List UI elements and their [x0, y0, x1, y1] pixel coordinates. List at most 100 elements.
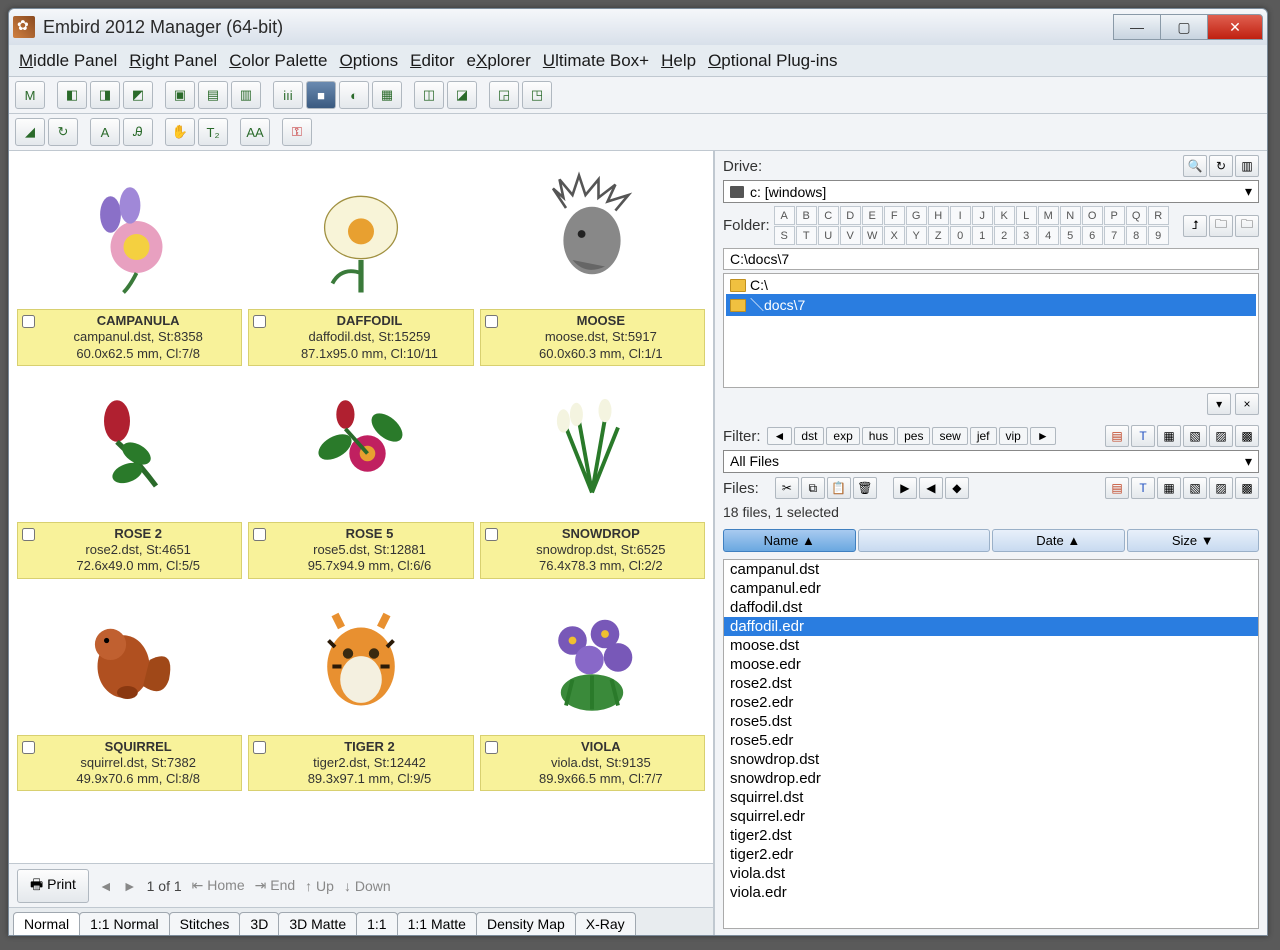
alpha-key[interactable]: F	[884, 206, 905, 225]
thumbnail-cell[interactable]: CAMPANULAcampanul.dst, St:835860.0x62.5 …	[17, 159, 242, 366]
file-row[interactable]: moose.dst	[724, 636, 1258, 655]
tool-button[interactable]: ■	[306, 81, 336, 109]
view-icon[interactable]: ▦	[1157, 477, 1181, 499]
cut-icon[interactable]: ✂	[775, 477, 799, 499]
tab-1-1-normal[interactable]: 1:1 Normal	[79, 912, 169, 935]
tool-button[interactable]: iıi	[273, 81, 303, 109]
action-icon[interactable]: ◀	[919, 477, 943, 499]
folder-tree[interactable]: C:\＼docs\7	[723, 273, 1259, 388]
delete-icon[interactable]: 🗑	[853, 477, 877, 499]
thumbnail-checkbox[interactable]	[22, 741, 35, 754]
tool-button[interactable]: ◲	[489, 81, 519, 109]
tool-button[interactable]: ◢	[15, 118, 45, 146]
file-row[interactable]: tiger2.edr	[724, 845, 1258, 864]
thumbnail-cell[interactable]: ROSE 2rose2.dst, St:465172.6x49.0 mm, Cl…	[17, 372, 242, 579]
alpha-key[interactable]: H	[928, 206, 949, 225]
folder-icon[interactable]: 🗀	[1209, 215, 1233, 237]
alpha-key[interactable]: A	[774, 206, 795, 225]
thumbnail-checkbox[interactable]	[485, 315, 498, 328]
alpha-key[interactable]: X	[884, 226, 905, 245]
thumbnail-cell[interactable]: ROSE 5rose5.dst, St:1288195.7x94.9 mm, C…	[248, 372, 473, 579]
file-row[interactable]: campanul.dst	[724, 560, 1258, 579]
filter-chip[interactable]: ◄	[767, 427, 793, 445]
tab-stitches[interactable]: Stitches	[169, 912, 241, 935]
view-icon[interactable]: T	[1131, 477, 1155, 499]
tool-button[interactable]: ▦	[372, 81, 402, 109]
thumbnail-checkbox[interactable]	[253, 741, 266, 754]
tool-button[interactable]: ◧	[57, 81, 87, 109]
thumbnail-checkbox[interactable]	[485, 528, 498, 541]
menu-options[interactable]: Options	[339, 51, 398, 71]
menu-right-panel[interactable]: Right Panel	[129, 51, 217, 71]
file-row[interactable]: rose2.dst	[724, 674, 1258, 693]
alpha-key[interactable]: U	[818, 226, 839, 245]
alpha-key[interactable]: 7	[1104, 226, 1125, 245]
alpha-key[interactable]: I	[950, 206, 971, 225]
alpha-key[interactable]: K	[994, 206, 1015, 225]
minimize-button[interactable]: —	[1113, 14, 1161, 40]
print-button[interactable]: 🖶 Print	[17, 869, 89, 903]
filter-chip[interactable]: dst	[794, 427, 824, 445]
tree-node[interactable]: ＼docs\7	[726, 294, 1256, 316]
thumbnail-cell[interactable]: SQUIRRELsquirrel.dst, St:738249.9x70.6 m…	[17, 585, 242, 792]
view-icon[interactable]: ▧	[1183, 477, 1207, 499]
thumbnail-cell[interactable]: MOOSEmoose.dst, St:591760.0x60.3 mm, Cl:…	[480, 159, 705, 366]
copy-icon[interactable]: ⧉	[801, 477, 825, 499]
view-icon[interactable]: ▦	[1157, 425, 1181, 447]
file-row[interactable]: rose5.edr	[724, 731, 1258, 750]
alpha-key[interactable]: T	[796, 226, 817, 245]
alpha-key[interactable]: 0	[950, 226, 971, 245]
view-icon[interactable]: ▨	[1209, 477, 1233, 499]
filter-chip[interactable]: vip	[999, 427, 1028, 445]
tab-x-ray[interactable]: X-Ray	[575, 912, 636, 935]
file-row[interactable]: daffodil.dst	[724, 598, 1258, 617]
tool-button[interactable]: ▥	[231, 81, 261, 109]
file-row[interactable]: snowdrop.dst	[724, 750, 1258, 769]
view-icon[interactable]: ▩	[1235, 425, 1259, 447]
tool-button[interactable]: ◫	[414, 81, 444, 109]
thumbnail-cell[interactable]: VIOLAviola.dst, St:913589.9x66.5 mm, Cl:…	[480, 585, 705, 792]
file-row[interactable]: snowdrop.edr	[724, 769, 1258, 788]
file-row[interactable]: campanul.edr	[724, 579, 1258, 598]
tab-normal[interactable]: Normal	[13, 912, 80, 935]
filter-chip[interactable]: hus	[862, 427, 895, 445]
file-row[interactable]: viola.edr	[724, 883, 1258, 902]
close-panel-icon[interactable]: ×	[1235, 393, 1259, 415]
tool-button[interactable]: ◩	[123, 81, 153, 109]
nav-end[interactable]: ⇥ End	[255, 877, 296, 894]
menu-ultimate-box-[interactable]: Ultimate Box+	[543, 51, 649, 71]
drive-icon[interactable]: ▥	[1235, 155, 1259, 177]
menu-optional-plug-ins[interactable]: Optional Plug-ins	[708, 51, 837, 71]
action-icon[interactable]: ◆	[945, 477, 969, 499]
alpha-key[interactable]: S	[774, 226, 795, 245]
collapse-icon[interactable]: ▾	[1207, 393, 1231, 415]
file-row[interactable]: squirrel.edr	[724, 807, 1258, 826]
alpha-key[interactable]: B	[796, 206, 817, 225]
filter-chip[interactable]: sew	[932, 427, 967, 445]
tool-button[interactable]: ▣	[165, 81, 195, 109]
tab-density-map[interactable]: Density Map	[476, 912, 576, 935]
menu-help[interactable]: Help	[661, 51, 696, 71]
view-icon[interactable]: ▨	[1209, 425, 1233, 447]
thumbnail-checkbox[interactable]	[22, 315, 35, 328]
thumbnail-cell[interactable]: DAFFODILdaffodil.dst, St:1525987.1x95.0 …	[248, 159, 473, 366]
col-date[interactable]: Date ▲	[992, 529, 1125, 552]
thumbnail-cell[interactable]: TIGER 2tiger2.dst, St:1244289.3x97.1 mm,…	[248, 585, 473, 792]
view-icon[interactable]: ▧	[1183, 425, 1207, 447]
file-row[interactable]: rose5.dst	[724, 712, 1258, 731]
tab-3d-matte[interactable]: 3D Matte	[278, 912, 357, 935]
thumbnail-checkbox[interactable]	[22, 528, 35, 541]
tool-button[interactable]: T₂	[198, 118, 228, 146]
tool-button[interactable]: AA	[240, 118, 270, 146]
tool-button[interactable]: ◐	[339, 81, 369, 109]
alpha-key[interactable]: L	[1016, 206, 1037, 225]
tool-button[interactable]: ↻	[48, 118, 78, 146]
col-size[interactable]: Size ▼	[1127, 529, 1260, 552]
alpha-key[interactable]: D	[840, 206, 861, 225]
alpha-key[interactable]: 8	[1126, 226, 1147, 245]
alpha-key[interactable]: 1	[972, 226, 993, 245]
col-name[interactable]: Name ▲	[723, 529, 856, 552]
tab-1-1[interactable]: 1:1	[356, 912, 397, 935]
tab-1-1-matte[interactable]: 1:1 Matte	[397, 912, 477, 935]
alpha-key[interactable]: R	[1148, 206, 1169, 225]
